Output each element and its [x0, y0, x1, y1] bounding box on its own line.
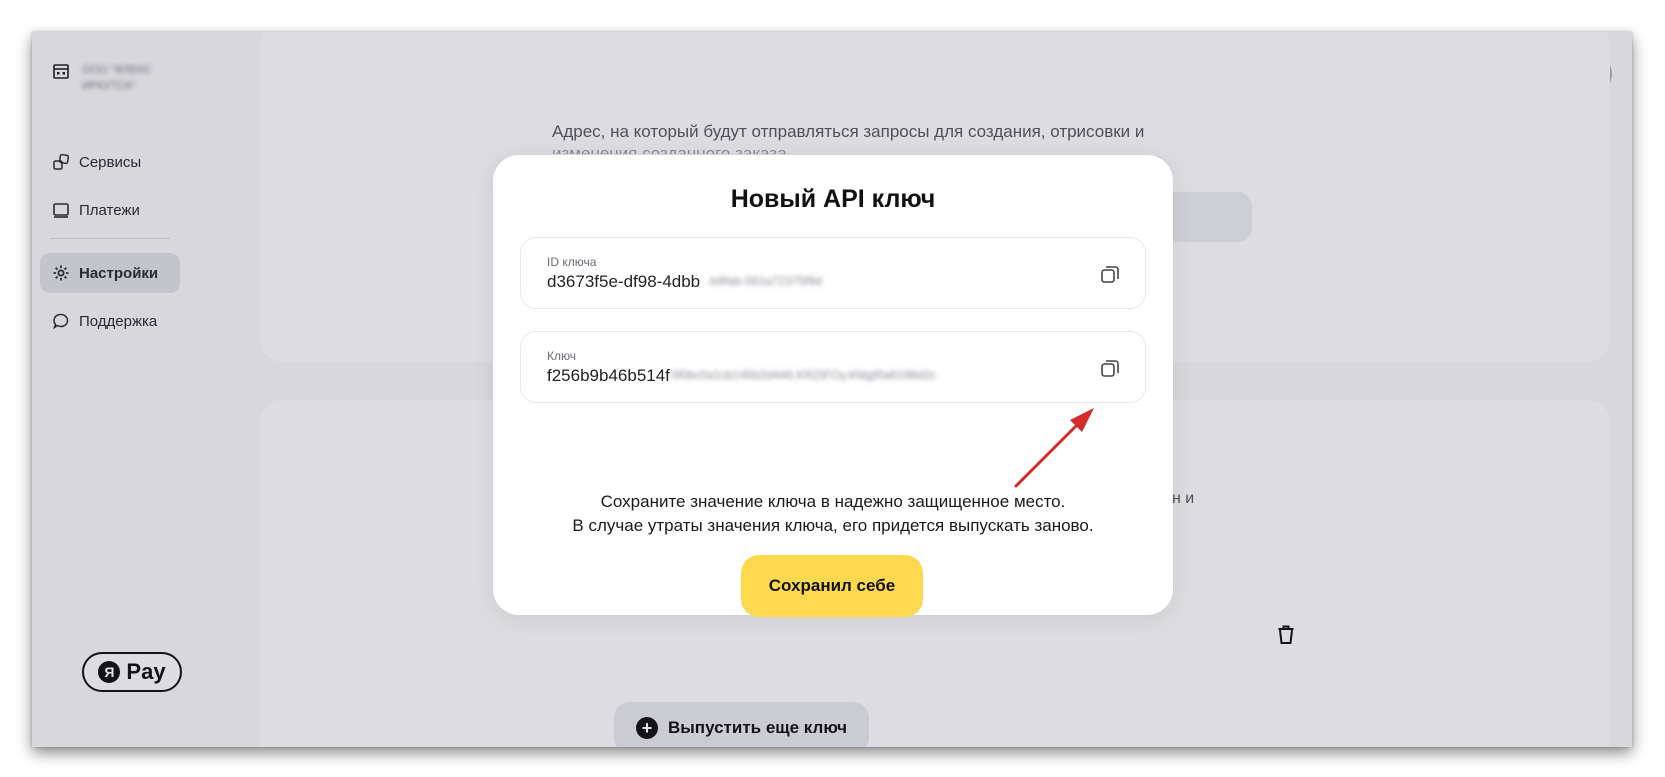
new-api-key-modal: Новый API ключ ID ключа d3673f5e-df98-4d… — [493, 155, 1173, 617]
key-id-label: ID ключа — [547, 255, 597, 269]
app-window: ООО "ФЛЕКС ИРКУТСК" Сервисы Платежи Наст… — [32, 32, 1632, 747]
saved-confirm-button[interactable]: Сохранил себе — [741, 555, 923, 617]
notice-line-1: Сохраните значение ключа в надежно защищ… — [600, 492, 1066, 511]
key-id-value: d3673f5e-df98-4dbb — [547, 272, 701, 291]
notice-line-2: В случае утраты значения ключа, его прид… — [572, 516, 1094, 535]
key-secret-field: Ключ f256b9b46b514f 0f0bc0a1cb145b2d446.… — [520, 331, 1146, 403]
modal-title: Новый API ключ — [730, 185, 936, 213]
key-id-field: ID ключа d3673f5e-df98-4dbb -b9fab-561a7… — [520, 237, 1146, 309]
copy-icon[interactable] — [1099, 357, 1121, 379]
key-secret-value: f256b9b46b514f — [547, 366, 670, 385]
key-secret-value-blurred: 0f0bc0a1cb145b2d446.KRZtFOy.kNtgf0a6198d… — [671, 368, 937, 382]
key-id-value-blurred: -b9fab-561a72375f9d — [707, 274, 822, 288]
annotation-arrow-icon — [1014, 408, 1094, 488]
key-secret-label: Ключ — [547, 349, 576, 363]
key-save-notice: Сохраните значение ключа в надежно защищ… — [493, 490, 1173, 538]
copy-icon[interactable] — [1099, 263, 1121, 285]
